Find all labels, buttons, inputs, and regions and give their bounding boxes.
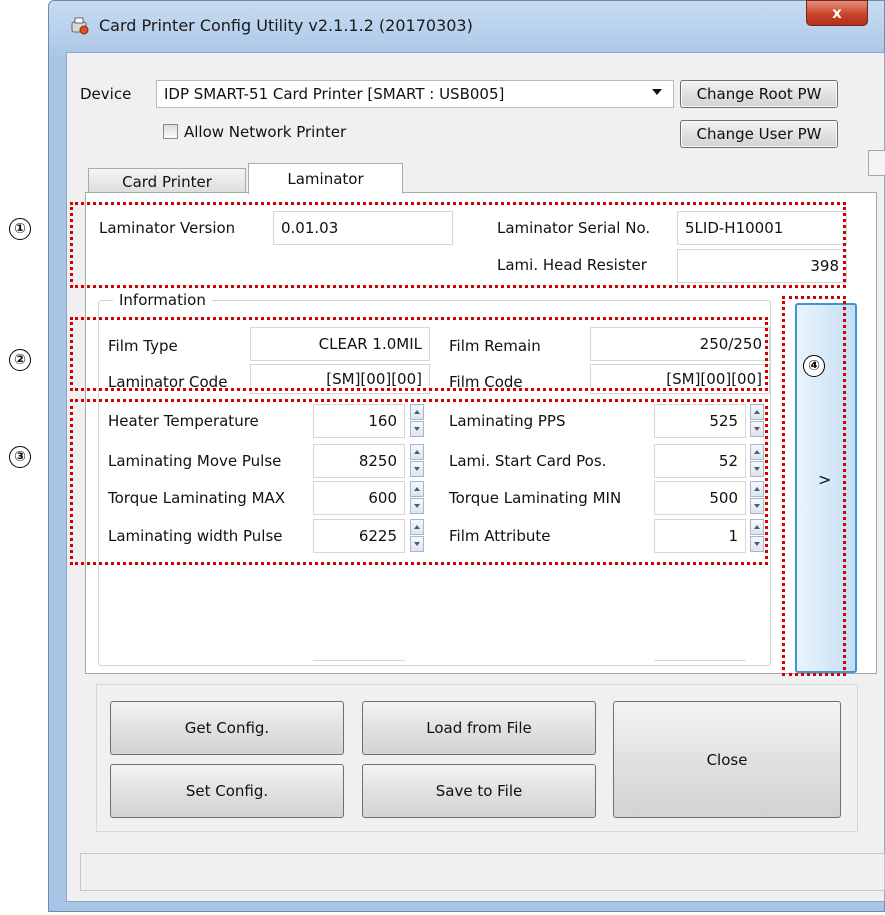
change-user-pw-button[interactable]: Change User PW (680, 120, 838, 148)
allow-network-checkbox[interactable] (163, 124, 178, 139)
annotation-number-4: ④ (803, 355, 825, 377)
load-from-file-button[interactable]: Load from File (362, 701, 596, 755)
set-config-button[interactable]: Set Config. (110, 764, 344, 818)
tab-scroll-button[interactable] (868, 150, 885, 176)
annotation-number-2: ② (9, 349, 31, 371)
allow-network-label: Allow Network Printer (184, 123, 347, 141)
field-overflow-hint (313, 660, 405, 664)
chevron-down-icon[interactable] (652, 89, 662, 95)
field-overflow-hint (654, 660, 746, 664)
annotation-box-3 (70, 399, 768, 565)
annotation-box-2 (70, 317, 768, 391)
window-close-button[interactable]: x (806, 0, 868, 26)
save-to-file-button[interactable]: Save to File (362, 764, 596, 818)
device-label: Device (80, 85, 132, 103)
device-select-value: IDP SMART-51 Card Printer [SMART : USB00… (164, 85, 505, 103)
tab-card-printer[interactable]: Card Printer (88, 168, 246, 194)
close-button[interactable]: Close (613, 701, 841, 818)
change-root-pw-button[interactable]: Change Root PW (680, 80, 838, 108)
information-group-label: Information (113, 291, 212, 309)
annotation-number-3: ③ (9, 446, 31, 468)
annotation-box-4 (782, 296, 846, 676)
status-bar (80, 853, 885, 891)
app-printer-icon (70, 16, 90, 36)
tab-laminator[interactable]: Laminator (248, 163, 403, 194)
window-title: Card Printer Config Utility v2.1.1.2 (20… (99, 16, 473, 35)
annotation-number-1: ① (9, 218, 31, 240)
annotation-box-1 (70, 202, 846, 288)
get-config-button[interactable]: Get Config. (110, 701, 344, 755)
